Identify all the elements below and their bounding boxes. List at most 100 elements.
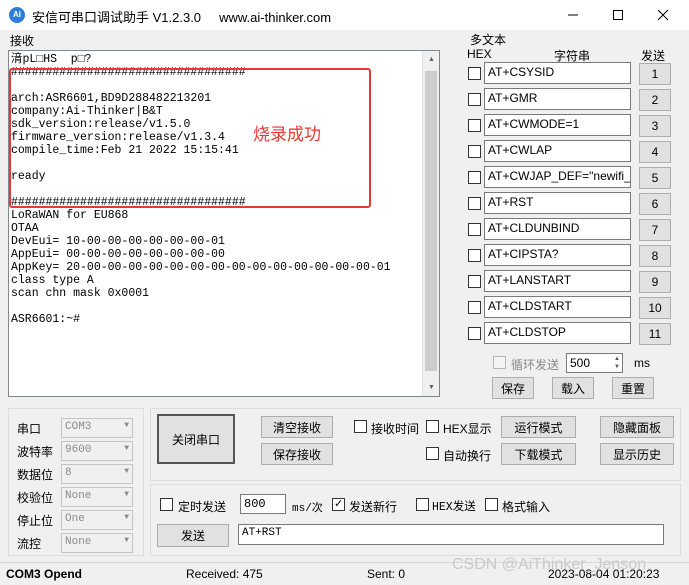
close-icon [657,9,669,21]
hex-row-checkbox[interactable] [468,301,481,314]
send-row-button[interactable]: 2 [639,89,671,111]
receive-time-label: 接收时间 [371,422,420,436]
receive-scrollbar[interactable]: ▲ ▼ [422,51,439,396]
show-history-button[interactable]: 显示历史 [600,443,674,465]
send-text-input[interactable]: AT+RST [238,524,664,545]
hex-row-checkbox[interactable] [468,145,481,158]
auto-wrap-checkbox[interactable] [426,447,439,460]
app-title: 安信可串口调试助手 V1.2.3.0 [32,10,202,25]
load-list-button[interactable]: 载入 [552,377,594,399]
chevron-down-icon: ▼ [124,513,129,522]
send-row-button[interactable]: 7 [639,219,671,241]
stopbits-value: One [65,513,85,525]
parity-select[interactable]: None ▼ [61,487,133,507]
scroll-up-icon[interactable]: ▲ [423,51,440,68]
receive-time-checkbox[interactable] [354,420,367,433]
reset-list-button[interactable]: 重置 [612,377,654,399]
minimize-button[interactable] [551,2,595,28]
send-row-button[interactable]: 3 [639,115,671,137]
send-row-button[interactable]: 8 [639,245,671,267]
command-input[interactable]: AT+CLDUNBIND [484,218,631,240]
auto-wrap-label: 自动换行 [443,449,492,463]
stopbits-select[interactable]: One ▼ [61,510,133,530]
flowcontrol-select[interactable]: None ▼ [61,533,133,553]
send-newline-checkbox[interactable] [332,497,345,511]
databits-select[interactable]: 8 ▼ [61,464,133,484]
command-input[interactable]: AT+RST [484,192,631,214]
chevron-down-icon: ▼ [124,421,129,430]
hex-row-checkbox[interactable] [468,275,481,288]
hex-row-checkbox[interactable] [468,171,481,184]
hex-row-checkbox[interactable] [468,223,481,236]
command-input[interactable]: AT+CWJAP_DEF="newifi_ [484,166,631,188]
maximize-button[interactable] [596,2,640,28]
window-title: 安信可串口调试助手 V1.2.3.0 www.ai-thinker.com [32,7,331,26]
format-input-label: 格式输入 [502,500,551,514]
send-row-button[interactable]: 4 [639,141,671,163]
loop-interval-unit: ms [634,356,650,370]
send-panel [150,484,681,556]
hex-row-checkbox[interactable] [468,249,481,262]
scroll-down-icon[interactable]: ▼ [423,379,440,396]
hex-display-checkbox[interactable] [426,420,439,433]
receive-label: 接收 [10,34,35,48]
command-input[interactable]: AT+CWMODE=1 [484,114,631,136]
command-input[interactable]: AT+CLDSTOP [484,322,631,344]
hex-row-checkbox[interactable] [468,119,481,132]
baud-select[interactable]: 9600 ▼ [61,441,133,461]
timed-interval-input[interactable]: 800 [240,494,286,514]
format-input-checkbox[interactable] [485,498,498,511]
command-input[interactable]: AT+LANSTART [484,270,631,292]
command-input[interactable]: AT+CIPSTA? [484,244,631,266]
command-input[interactable]: AT+GMR [484,88,631,110]
hex-row-checkbox[interactable] [468,197,481,210]
app-logo-icon: AI [9,7,25,23]
send-button[interactable]: 发送 [157,524,229,547]
hide-panel-button[interactable]: 隐藏面板 [600,416,674,438]
parity-label: 校验位 [17,491,54,505]
loop-interval-input[interactable]: 500 ▲ ▼ [566,353,623,373]
download-mode-button[interactable]: 下载模式 [501,443,576,465]
send-row-button[interactable]: 10 [639,297,671,319]
parity-value: None [65,490,92,502]
hex-display-label: HEX显示 [443,422,492,436]
spin-arrows-icon[interactable]: ▲ ▼ [614,355,620,371]
clear-receive-button[interactable]: 清空接收 [261,416,333,438]
command-input[interactable]: AT+CSYSID [484,62,631,84]
chevron-down-icon: ▼ [124,444,129,453]
hex-row-checkbox[interactable] [468,67,481,80]
command-input[interactable]: AT+CWLAP [484,140,631,162]
stopbits-label: 停止位 [17,514,54,528]
databits-label: 数据位 [17,468,54,482]
flowcontrol-value: None [65,536,92,548]
command-input[interactable]: AT+CLDSTART [484,296,631,318]
multi-text-title: 多文本 [470,33,507,47]
save-list-button[interactable]: 保存 [492,377,534,399]
scroll-thumb[interactable] [425,71,437,371]
hex-row-checkbox[interactable] [468,327,481,340]
run-mode-button[interactable]: 运行模式 [501,416,576,438]
send-row-button[interactable]: 6 [639,193,671,215]
loop-send-label: 循环发送 [511,358,560,372]
save-receive-button[interactable]: 保存接收 [261,443,333,465]
timed-send-checkbox[interactable] [160,498,173,511]
port-select[interactable]: COM3 ▼ [61,418,133,438]
hex-send-checkbox[interactable] [416,498,429,511]
loop-send-checkbox[interactable] [493,356,506,369]
timed-send-label: 定时发送 [178,500,227,514]
baud-value: 9600 [65,444,92,456]
send-row-button[interactable]: 9 [639,271,671,293]
minimize-icon [568,14,578,16]
timed-interval-unit: ms/次 [292,503,323,515]
close-port-button[interactable]: 关闭串口 [157,414,235,464]
send-newline-label: 发送新行 [349,500,398,514]
send-row-button[interactable]: 1 [639,63,671,85]
databits-value: 8 [65,467,72,479]
port-label: 串口 [17,422,42,436]
send-row-button[interactable]: 11 [639,323,671,345]
highlight-annotation: 烧录成功 [253,125,321,144]
hex-row-checkbox[interactable] [468,93,481,106]
send-row-button[interactable]: 5 [639,167,671,189]
watermark: CSDN @AiThinker_Jenson [452,556,647,573]
close-button[interactable] [641,2,685,28]
